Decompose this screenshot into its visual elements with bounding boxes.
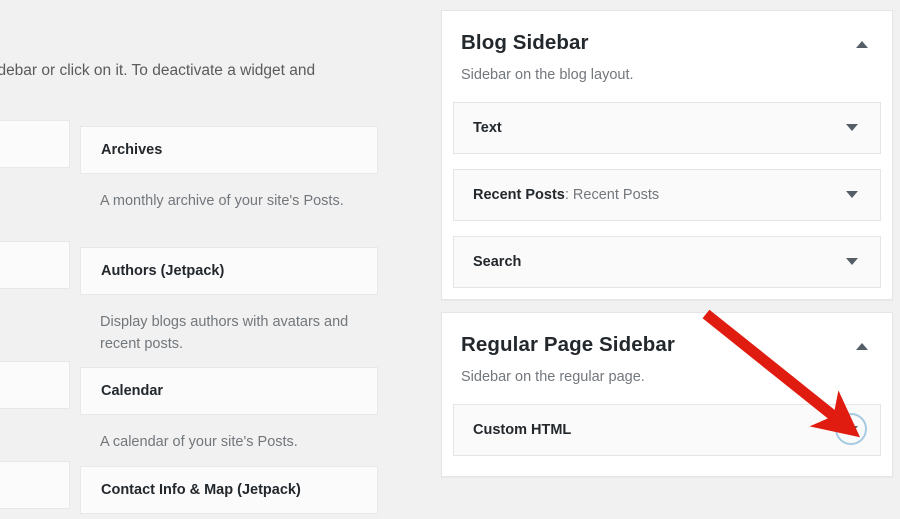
widget-card-title: Contact Info & Map (Jetpack) [101, 482, 301, 498]
widget-row-label: Search [473, 254, 521, 270]
widget-row-label-text: Recent Posts [473, 187, 565, 203]
caret-down-icon[interactable] [844, 187, 860, 203]
widget-card-title: Archives [101, 142, 162, 158]
widget-card-description: A calendar of your site's Posts. [100, 432, 380, 454]
widget-list: Text Recent Posts: Recent Posts Search [453, 102, 881, 288]
instructions-text: idebar or click on it. To deactivate a w… [0, 60, 394, 82]
panel-title: Regular Page Sidebar [461, 333, 870, 358]
sidebar-panel-blog: Blog Sidebar Sidebar on the blog layout.… [441, 10, 893, 300]
widget-row-label: Recent Posts: Recent Posts [473, 187, 659, 203]
widget-card-contact-info-map[interactable]: Contact Info & Map (Jetpack) [80, 466, 378, 514]
caret-up-icon[interactable] [854, 37, 870, 53]
widget-row-label-instance: : Recent Posts [565, 187, 659, 203]
sidebar-panel-regular-page: Regular Page Sidebar Sidebar on the regu… [441, 312, 893, 477]
widget-card[interactable] [0, 461, 70, 509]
panel-title: Blog Sidebar [461, 31, 870, 56]
caret-down-icon[interactable] [844, 120, 860, 136]
widget-card-description: Display blogs authors with avatars and r… [100, 312, 380, 356]
widget-card-calendar[interactable]: Calendar [80, 367, 378, 415]
widget-card-archives[interactable]: Archives [80, 126, 378, 174]
widget-card-title: Calendar [101, 383, 163, 399]
custom-html-expand-toggle[interactable] [844, 422, 860, 438]
panel-header: Blog Sidebar Sidebar on the blog layout. [442, 11, 892, 84]
panel-header: Regular Page Sidebar Sidebar on the regu… [442, 313, 892, 386]
caret-down-icon[interactable] [844, 254, 860, 270]
widget-card-authors[interactable]: Authors (Jetpack) [80, 247, 378, 295]
widget-card[interactable] [0, 120, 70, 168]
widget-row-custom-html[interactable]: Custom HTML [453, 404, 881, 456]
widget-card-description: A monthly archive of your site's Posts. [100, 191, 380, 213]
available-widgets-region: idebar or click on it. To deactivate a w… [0, 0, 420, 519]
sidebars-region: Blog Sidebar Sidebar on the blog layout.… [441, 0, 900, 519]
widget-list: Custom HTML [453, 404, 881, 456]
widget-row-label: Text [473, 120, 502, 136]
widget-card-title: Authors (Jetpack) [101, 263, 224, 279]
widget-row-recent-posts[interactable]: Recent Posts: Recent Posts [453, 169, 881, 221]
panel-description: Sidebar on the regular page. [461, 368, 870, 387]
widget-row-label: Custom HTML [473, 422, 571, 438]
widget-card[interactable] [0, 361, 70, 409]
panel-description: Sidebar on the blog layout. [461, 66, 870, 85]
widget-row-search[interactable]: Search [453, 236, 881, 288]
widget-row-text[interactable]: Text [453, 102, 881, 154]
caret-up-icon[interactable] [854, 339, 870, 355]
widget-card[interactable] [0, 241, 70, 289]
